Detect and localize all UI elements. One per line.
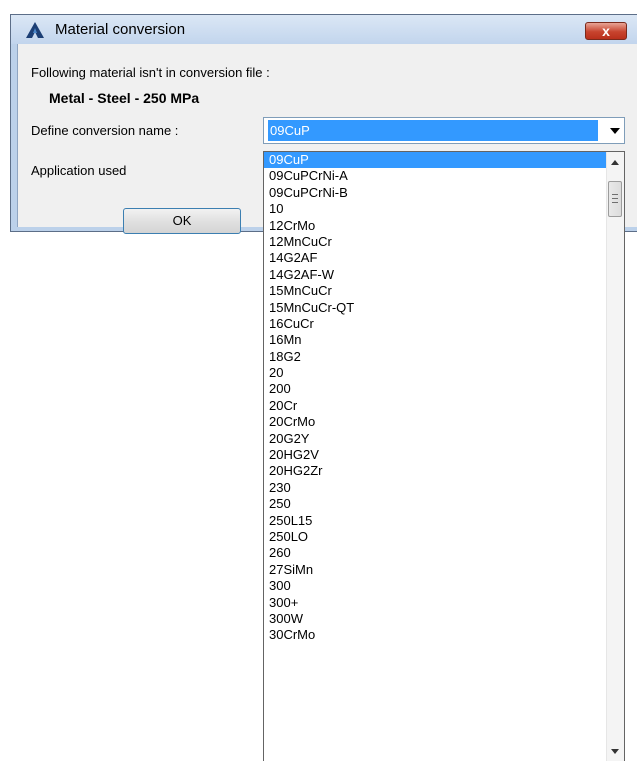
ok-button[interactable]: OK (123, 208, 241, 234)
chevron-down-icon[interactable] (610, 128, 620, 134)
dropdown-option[interactable]: 20HG2V (264, 447, 606, 463)
combo-selected-value: 09CuP (268, 120, 598, 141)
close-icon: x (602, 23, 610, 39)
conversion-name-combo[interactable]: 09CuP (263, 117, 625, 144)
dropdown-option[interactable]: 20Cr (264, 398, 606, 414)
scroll-down-icon[interactable] (611, 749, 619, 754)
dropdown-option[interactable]: 250L15 (264, 513, 606, 529)
dropdown-option[interactable]: 200 (264, 381, 606, 397)
material-name: Metal - Steel - 250 MPa (49, 90, 200, 106)
conversion-name-label: Define conversion name : (31, 123, 179, 138)
dropdown-option[interactable]: 09CuPCrNi-B (264, 185, 606, 201)
dropdown-option[interactable]: 14G2AF (264, 250, 606, 266)
dropdown-option[interactable]: 30CrMo (264, 627, 606, 643)
dropdown-option[interactable]: 250 (264, 496, 606, 512)
application-used-label: Application used (31, 163, 127, 178)
dropdown-option[interactable]: 230 (264, 480, 606, 496)
dropdown-option[interactable]: 15MnCuCr (264, 283, 606, 299)
dropdown-option[interactable]: 250LO (264, 529, 606, 545)
title-bar[interactable]: Material conversion x (11, 15, 637, 44)
dropdown-option[interactable]: 10 (264, 201, 606, 217)
dropdown-option[interactable]: 09CuP (264, 152, 606, 169)
dropdown-option[interactable]: 20G2Y (264, 431, 606, 447)
close-button[interactable]: x (585, 22, 627, 40)
dropdown-option[interactable]: 15MnCuCr-QT (264, 300, 606, 316)
dropdown-option[interactable]: 27SiMn (264, 562, 606, 578)
dropdown-options: 09CuP 09CuPCrNi-A 09CuPCrNi-B 10 12CrMo 12MnC… (264, 152, 606, 644)
dropdown-option[interactable]: 20 (264, 365, 606, 381)
window-title: Material conversion (55, 21, 186, 38)
conversion-dropdown-list[interactable]: 09CuP 09CuPCrNi-A 09CuPCrNi-B 10 12CrMo 12MnC… (263, 151, 625, 761)
app-logo-icon (26, 22, 44, 38)
dropdown-option[interactable]: 09CuPCrNi-A (264, 168, 606, 184)
scroll-up-icon[interactable] (611, 160, 619, 165)
message-label: Following material isn't in conversion f… (31, 65, 270, 80)
dropdown-option[interactable]: 260 (264, 545, 606, 561)
dropdown-option[interactable]: 300+ (264, 595, 606, 611)
dropdown-option[interactable]: 300 (264, 578, 606, 594)
dropdown-option[interactable]: 16Mn (264, 332, 606, 348)
dropdown-option[interactable]: 14G2AF-W (264, 267, 606, 283)
dropdown-option[interactable]: 300W (264, 611, 606, 627)
dropdown-option[interactable]: 16CuCr (264, 316, 606, 332)
dropdown-option[interactable]: 12CrMo (264, 218, 606, 234)
scrollbar-thumb[interactable] (608, 181, 622, 217)
dropdown-option[interactable]: 20CrMo (264, 414, 606, 430)
dropdown-option[interactable]: 12MnCuCr (264, 234, 606, 250)
vertical-scrollbar[interactable] (606, 152, 624, 761)
dropdown-option[interactable]: 18G2 (264, 349, 606, 365)
dropdown-option[interactable]: 20HG2Zr (264, 463, 606, 479)
